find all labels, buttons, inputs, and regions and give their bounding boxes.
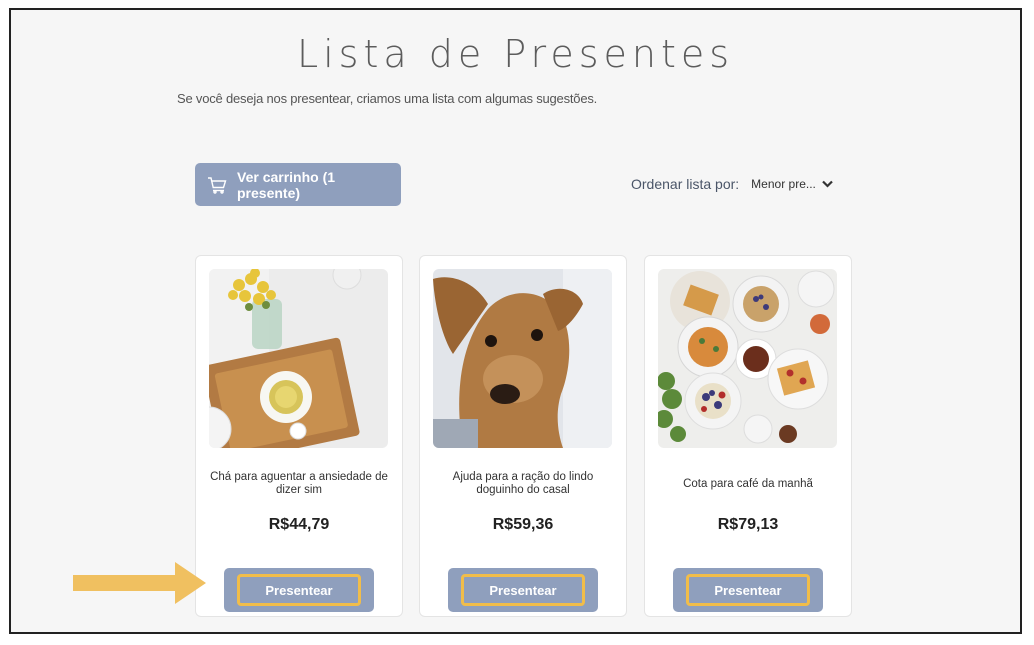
product-price: R$44,79: [268, 516, 330, 533]
page-title: Lista de Presentes: [296, 32, 735, 76]
product-name: Ajuda para a ração do lindo doguinho do …: [452, 471, 594, 496]
gift-button[interactable]: Presentear: [448, 568, 598, 612]
view-cart-button[interactable]: Ver carrinho (1 presente): [195, 163, 401, 206]
view-cart-label: Ver carrinho (1 presente): [237, 168, 336, 201]
page-frame: Lista de Presentes Se você deseja nos pr…: [9, 8, 1022, 634]
product-name: Cota para café da manhã: [683, 477, 813, 490]
product-price: R$59,36: [492, 516, 554, 533]
gift-button-highlight: Presentear: [686, 574, 810, 606]
page-subtitle: Se você deseja nos presentear, criamos u…: [177, 91, 598, 106]
breakfast-table-photo: [658, 269, 837, 448]
sort-select[interactable]: Menor pre...: [751, 177, 833, 191]
annotation-arrow-icon: [73, 562, 207, 609]
product-name: Chá para aguentar a ansiedade de dizer s…: [210, 471, 388, 496]
gift-button-highlight: Presentear: [461, 574, 585, 606]
sort-selected-value: Menor pre...: [751, 177, 816, 191]
gift-button-label: Presentear: [714, 582, 782, 598]
gift-button-label: Presentear: [489, 582, 557, 598]
gift-button-label: Presentear: [265, 582, 333, 598]
tea-tray-flowers-photo: [209, 269, 388, 448]
dog-photo: [433, 269, 612, 448]
chevron-down-icon: [822, 177, 833, 191]
cart-icon: [207, 176, 227, 194]
sort-label: Ordenar lista por:: [631, 176, 740, 192]
gift-button[interactable]: Presentear: [224, 568, 374, 612]
product-card: Cota para café da manhã R$79,13 Presente…: [644, 255, 852, 617]
gift-button-highlight: Presentear: [237, 574, 361, 606]
gift-button[interactable]: Presentear: [673, 568, 823, 612]
product-price: R$79,13: [717, 516, 779, 533]
product-card: Chá para aguentar a ansiedade de dizer s…: [195, 255, 403, 617]
product-card: Ajuda para a ração do lindo doguinho do …: [419, 255, 627, 617]
sort-control: Ordenar lista por: Menor pre...: [631, 176, 833, 192]
